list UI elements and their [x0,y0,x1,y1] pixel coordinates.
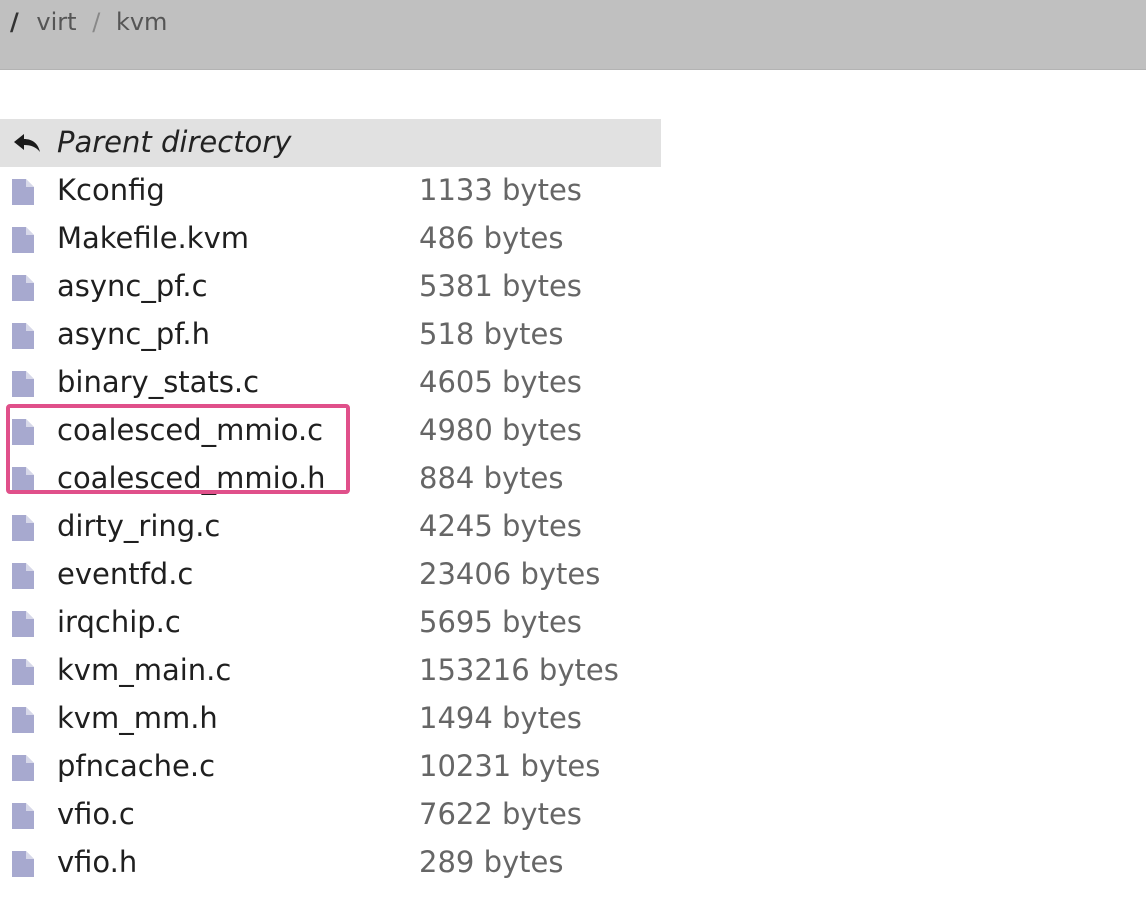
file-row[interactable]: Kconfig 1133 bytes [0,167,661,215]
file-name-link[interactable]: vfio.h [57,845,137,879]
breadcrumb-item-kvm: kvm [115,8,168,36]
breadcrumb-root-link[interactable]: / [10,8,19,36]
back-arrow-icon [14,134,40,152]
file-name-link[interactable]: coalesced_mmio.c [57,413,323,447]
file-name-link[interactable]: async_pf.c [57,269,208,303]
file-name-link[interactable]: kvm_main.c [57,653,231,687]
file-icon [12,467,34,493]
file-icon [12,851,34,877]
file-name-link[interactable]: pfncache.c [57,749,215,783]
breadcrumb: / virt / kvm [10,8,167,36]
file-size: 289 bytes [419,845,564,879]
file-icon [12,275,34,301]
file-size: 4245 bytes [419,509,582,543]
file-name-link[interactable]: coalesced_mmio.h [57,461,326,495]
file-row[interactable]: vfio.h 289 bytes [0,839,661,887]
file-row[interactable]: Makefile.kvm 486 bytes [0,215,661,263]
file-row[interactable]: kvm_main.c 153216 bytes [0,647,661,695]
file-size: 4980 bytes [419,413,582,447]
file-size: 4605 bytes [419,365,582,399]
file-name-link[interactable]: Makefile.kvm [57,221,249,255]
file-name-link[interactable]: async_pf.h [57,317,210,351]
file-icon [12,611,34,637]
file-name-link[interactable]: eventfd.c [57,557,193,591]
file-icon [12,179,34,205]
file-size: 884 bytes [419,461,564,495]
file-size: 518 bytes [419,317,564,351]
file-row[interactable]: irqchip.c 5695 bytes [0,599,661,647]
file-icon [12,563,34,589]
file-icon [12,659,34,685]
file-icon [12,323,34,349]
parent-directory-label: Parent directory [57,125,292,159]
file-size: 10231 bytes [419,749,601,783]
parent-directory-link[interactable]: Parent directory [0,119,661,167]
file-row[interactable]: async_pf.c 5381 bytes [0,263,661,311]
file-size: 23406 bytes [419,557,601,591]
file-row[interactable]: coalesced_mmio.h 884 bytes [0,455,661,503]
file-row[interactable]: dirty_ring.c 4245 bytes [0,503,661,551]
file-icon [12,227,34,253]
file-name-link[interactable]: kvm_mm.h [57,701,218,735]
file-icon [12,419,34,445]
file-name-link[interactable]: binary_stats.c [57,365,259,399]
file-name-link[interactable]: Kconfig [57,173,165,207]
file-size: 1494 bytes [419,701,582,735]
file-name-link[interactable]: dirty_ring.c [57,509,220,543]
file-icon [12,371,34,397]
file-size: 5381 bytes [419,269,582,303]
file-icon [12,515,34,541]
file-listing: Parent directory Kconfig 1133 bytes Makefi… [0,119,661,887]
file-icon [12,755,34,781]
file-size: 153216 bytes [419,653,619,687]
breadcrumb-item-virt[interactable]: virt [36,8,76,36]
file-row[interactable]: eventfd.c 23406 bytes [0,551,661,599]
file-icon [12,803,34,829]
file-size: 5695 bytes [419,605,582,639]
file-row[interactable]: pfncache.c 10231 bytes [0,743,661,791]
file-row[interactable]: binary_stats.c 4605 bytes [0,359,661,407]
file-size: 1133 bytes [419,173,582,207]
file-row[interactable]: vfio.c 7622 bytes [0,791,661,839]
file-row[interactable]: kvm_mm.h 1494 bytes [0,695,661,743]
file-icon [12,707,34,733]
breadcrumb-bar: / virt / kvm [0,0,1146,70]
file-size: 7622 bytes [419,797,582,831]
file-name-link[interactable]: vfio.c [57,797,135,831]
file-name-link[interactable]: irqchip.c [57,605,181,639]
file-size: 486 bytes [419,221,564,255]
breadcrumb-separator: / [92,8,101,36]
file-row[interactable]: async_pf.h 518 bytes [0,311,661,359]
file-row[interactable]: coalesced_mmio.c 4980 bytes [0,407,661,455]
